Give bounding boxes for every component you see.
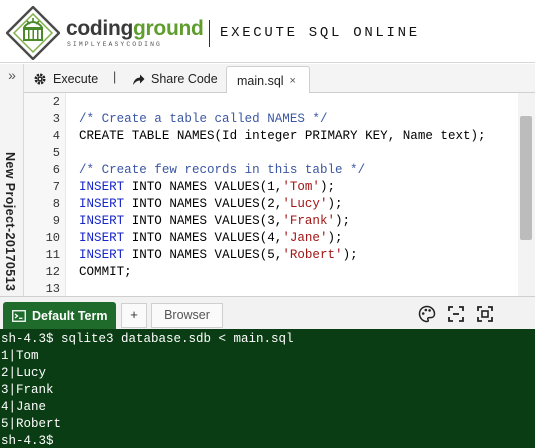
code-keyword: INSERT bbox=[79, 197, 125, 211]
code-comment: /* Create few records in this table */ bbox=[79, 163, 366, 177]
brand-part1: coding bbox=[66, 17, 134, 40]
project-name[interactable]: New Project-20170513 bbox=[3, 152, 17, 291]
code-line[interactable]: INSERT INTO NAMES VALUES(5,'Robert'); bbox=[79, 247, 358, 264]
code-text: INTO NAMES VALUES(2, bbox=[124, 197, 283, 211]
code-line[interactable]: INSERT INTO NAMES VALUES(3,'Frank'); bbox=[79, 213, 350, 230]
header-divider bbox=[209, 20, 210, 47]
code-text: INTO NAMES VALUES(4, bbox=[124, 231, 283, 245]
tab-browser[interactable]: Browser bbox=[151, 303, 223, 328]
gear-icon bbox=[34, 73, 46, 85]
editor-scrollbar-thumb[interactable] bbox=[520, 116, 532, 240]
line-number: 10 bbox=[45, 231, 60, 245]
code-text: ); bbox=[319, 180, 336, 194]
brand-part2: ground bbox=[133, 17, 204, 40]
terminal-line: 4|Jane bbox=[1, 400, 47, 414]
code-text: ); bbox=[327, 231, 343, 245]
expand-sidebar-icon[interactable]: » bbox=[0, 68, 24, 82]
editor-scrollbar[interactable] bbox=[518, 93, 535, 296]
terminal-line: 3|Frank bbox=[1, 383, 54, 397]
line-number-gutter: 2 3 4 5 6 7 8 9 10 11 12 13 bbox=[24, 93, 66, 296]
line-number: 4 bbox=[52, 129, 60, 143]
code-editor[interactable]: 2 3 4 5 6 7 8 9 10 11 12 13 /* Create a … bbox=[24, 93, 535, 296]
code-comment: /* Create a table called NAMES */ bbox=[79, 112, 328, 126]
codingground-logo-icon[interactable] bbox=[6, 6, 60, 60]
line-number: 7 bbox=[52, 180, 60, 194]
code-string: 'Lucy' bbox=[282, 197, 328, 211]
line-number: 6 bbox=[52, 163, 60, 177]
share-icon bbox=[133, 74, 145, 85]
project-sidebar: » New Project-20170513 bbox=[0, 64, 24, 296]
line-number: 13 bbox=[45, 282, 60, 296]
terminal-line: 5|Robert bbox=[1, 417, 62, 431]
brand-tagline: SIMPLYEASYCODING bbox=[67, 41, 162, 48]
terminal-tab-bar: Default Term + Browser bbox=[0, 296, 535, 330]
terminal-line: 2|Lucy bbox=[1, 366, 47, 380]
code-string: 'Robert' bbox=[282, 248, 343, 262]
code-text: ); bbox=[342, 248, 358, 262]
header: codingground SIMPLYEASYCODING EXECUTE SQ… bbox=[0, 0, 535, 63]
execute-button[interactable]: Execute bbox=[33, 70, 98, 88]
code-string: 'Tom' bbox=[282, 180, 320, 194]
code-line[interactable]: INSERT INTO NAMES VALUES(4,'Jane'); bbox=[79, 230, 343, 247]
code-keyword: INSERT bbox=[79, 231, 125, 245]
default-term-label: Default Term bbox=[32, 309, 108, 323]
line-number: 3 bbox=[52, 112, 60, 126]
line-number: 9 bbox=[52, 214, 60, 228]
code-text: ); bbox=[327, 197, 343, 211]
editor-toolbar: Execute | Share Code main.sql × bbox=[24, 64, 535, 94]
share-code-button[interactable]: Share Code bbox=[132, 70, 218, 88]
maximize-icon[interactable] bbox=[476, 305, 494, 323]
code-text: INTO NAMES VALUES(3, bbox=[124, 214, 283, 228]
file-tab-label: main.sql bbox=[237, 73, 284, 88]
terminal-output[interactable]: sh-4.3$ sqlite3 database.sdb < main.sql … bbox=[0, 329, 535, 448]
code-keyword: INSERT bbox=[79, 248, 125, 262]
line-number: 8 bbox=[52, 197, 60, 211]
line-number: 2 bbox=[52, 95, 60, 109]
code-text: COMMIT; bbox=[79, 265, 132, 279]
palette-icon[interactable] bbox=[418, 305, 436, 323]
code-text: INTO NAMES VALUES(1, bbox=[124, 180, 283, 194]
code-line[interactable]: COMMIT; bbox=[79, 264, 132, 281]
terminal-icon bbox=[12, 310, 26, 322]
toolbar-separator: | bbox=[113, 70, 117, 84]
line-number: 12 bbox=[45, 265, 60, 279]
brand-logo-text[interactable]: codingground bbox=[66, 18, 204, 40]
code-keyword: INSERT bbox=[79, 180, 125, 194]
code-line[interactable]: INSERT INTO NAMES VALUES(2,'Lucy'); bbox=[79, 196, 343, 213]
close-icon[interactable]: × bbox=[290, 75, 296, 87]
code-text: INTO NAMES VALUES(5, bbox=[124, 248, 283, 262]
tab-main-sql[interactable]: main.sql × bbox=[226, 66, 310, 94]
code-string: 'Jane' bbox=[282, 231, 328, 245]
code-line[interactable]: /* Create a table called NAMES */ bbox=[79, 111, 327, 128]
code-line[interactable]: /* Create few records in this table */ bbox=[79, 162, 365, 179]
code-string: 'Frank' bbox=[282, 214, 336, 228]
terminal-line: sh-4.3$ sqlite3 database.sdb < main.sql bbox=[1, 332, 294, 346]
line-number: 5 bbox=[52, 146, 60, 160]
execute-label: Execute bbox=[53, 72, 99, 86]
page-title: EXECUTE SQL ONLINE bbox=[220, 25, 420, 41]
code-text: CREATE TABLE NAMES(Id integer PRIMARY KE… bbox=[79, 129, 486, 143]
code-text: ); bbox=[335, 214, 351, 228]
share-code-label: Share Code bbox=[151, 72, 218, 86]
minimize-icon[interactable] bbox=[447, 305, 465, 323]
line-number: 11 bbox=[45, 248, 60, 262]
terminal-line: sh-4.3$ bbox=[1, 434, 54, 448]
code-line[interactable]: CREATE TABLE NAMES(Id integer PRIMARY KE… bbox=[79, 128, 486, 145]
tab-default-term[interactable]: Default Term bbox=[3, 302, 116, 330]
code-keyword: INSERT bbox=[79, 214, 125, 228]
code-line[interactable]: INSERT INTO NAMES VALUES(1,'Tom'); bbox=[79, 179, 335, 196]
terminal-line: 1|Tom bbox=[1, 349, 39, 363]
add-terminal-button[interactable]: + bbox=[121, 303, 147, 328]
